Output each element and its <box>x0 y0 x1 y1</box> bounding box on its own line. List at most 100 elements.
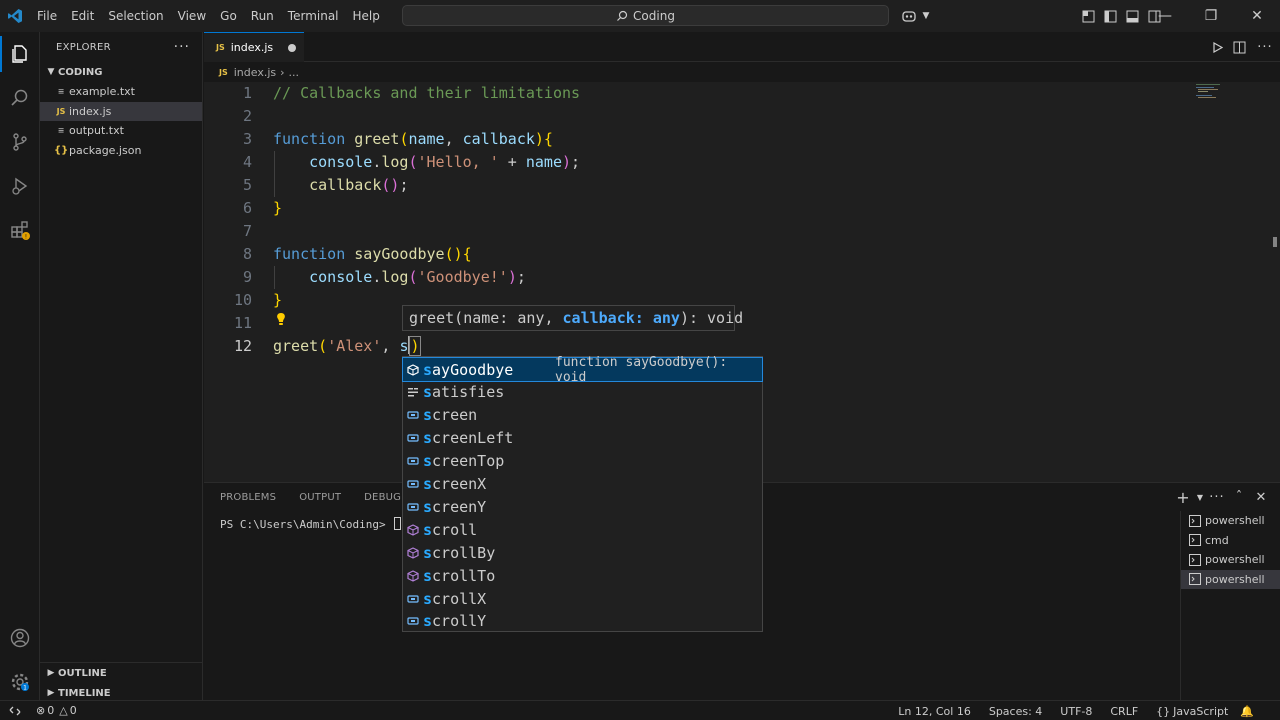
toggle-primary-sidebar-icon[interactable] <box>1099 0 1121 32</box>
terminal-item-powershell[interactable]: powershell <box>1181 550 1280 570</box>
line-ending[interactable]: CRLF <box>1104 705 1144 718</box>
more-actions-icon[interactable]: ··· <box>1206 481 1228 513</box>
editor-scrollbar[interactable] <box>1270 82 1280 482</box>
remote-indicator-icon[interactable] <box>0 701 30 720</box>
string-token: 'Goodbye!' <box>417 268 508 286</box>
file-example-txt[interactable]: ≡ example.txt <box>40 82 202 102</box>
indentation[interactable]: Spaces: 4 <box>983 705 1048 718</box>
suggestion-match: s <box>423 360 433 379</box>
suggestion-item[interactable]: screenTop <box>403 450 762 473</box>
terminal-prompt: PS C:\Users\Admin\Coding> <box>220 518 393 531</box>
notifications-bell-icon[interactable]: 🔔 <box>1234 705 1260 718</box>
file-package-json[interactable]: {} package.json <box>40 141 202 161</box>
suggestion-item[interactable]: satisfies <box>403 381 762 404</box>
command-center-label: Coding <box>633 8 675 23</box>
encoding[interactable]: UTF-8 <box>1054 705 1098 718</box>
suggestion-item[interactable]: screenX <box>403 473 762 496</box>
folder-label: CODING <box>58 66 103 78</box>
search-icon[interactable] <box>0 76 40 120</box>
more-actions-icon[interactable]: ··· <box>174 39 190 55</box>
suggestion-match: s <box>423 497 433 516</box>
breadcrumb-more[interactable]: ... <box>289 66 300 79</box>
tab-problems[interactable]: PROBLEMS <box>220 492 276 503</box>
close-icon[interactable]: ✕ <box>1234 0 1280 32</box>
editor-tab-bar: JS index.js ··· <box>204 32 1280 62</box>
minimize-icon[interactable]: — <box>1142 0 1188 32</box>
source-control-icon[interactable] <box>0 120 40 164</box>
terminal-icon <box>1189 534 1201 547</box>
suggestion-label: scrollTo <box>423 567 495 585</box>
accounts-icon[interactable] <box>0 616 40 660</box>
tab-index-js[interactable]: JS index.js <box>204 32 304 62</box>
split-editor-icon[interactable] <box>1228 31 1250 63</box>
line-number: 7 <box>242 222 252 240</box>
outline-section[interactable]: ▶ OUTLINE <box>40 663 203 683</box>
command-center-search[interactable]: Coding <box>402 5 889 26</box>
explorer-title: EXPLORER <box>56 41 111 53</box>
language-mode[interactable]: {} JavaScript <box>1150 705 1234 718</box>
toggle-panel-icon[interactable] <box>1121 0 1143 32</box>
extensions-icon[interactable]: ! <box>0 208 40 252</box>
unsaved-dot-icon[interactable] <box>288 44 296 52</box>
keyword-token: function <box>273 130 346 148</box>
code-line: 4 console.log('Hello, ' + name); <box>204 151 1204 174</box>
copilot-chevron-down-icon[interactable]: ▼ <box>920 0 932 32</box>
problems-status[interactable]: ⊗ 0 △ 0 <box>30 704 83 717</box>
scroll-thumb[interactable] <box>1273 237 1277 247</box>
suggestion-label: screenTop <box>423 452 504 470</box>
suggestion-item[interactable]: screenLeft <box>403 427 762 450</box>
js-file-icon: JS <box>216 43 225 52</box>
terminal-output[interactable]: PS C:\Users\Admin\Coding> <box>220 517 402 531</box>
menu-edit[interactable]: Edit <box>64 0 101 32</box>
suggestion-item[interactable]: scrollX <box>403 587 762 610</box>
explorer-header: EXPLORER ··· <box>40 32 202 62</box>
tab-output[interactable]: OUTPUT <box>299 492 341 503</box>
menu-view[interactable]: View <box>171 0 213 32</box>
cursor-position[interactable]: Ln 12, Col 16 <box>892 705 977 718</box>
explorer-icon[interactable] <box>0 32 40 76</box>
close-panel-icon[interactable]: ✕ <box>1250 481 1272 513</box>
suggestion-item[interactable]: screen <box>403 404 762 427</box>
variable-icon <box>403 455 423 467</box>
svg-text:!: ! <box>25 234 27 241</box>
file-output-txt[interactable]: ≡ output.txt <box>40 121 202 141</box>
suggestion-rest: crollTo <box>432 566 496 585</box>
terminal-item-powershell-active[interactable]: powershell <box>1181 569 1280 589</box>
code-line: 3 function greet(name, callback){ <box>204 128 1204 151</box>
copilot-icon[interactable] <box>898 0 920 32</box>
menu-file[interactable]: File <box>30 0 64 32</box>
suggestion-rest: creenTop <box>432 452 505 471</box>
terminal-item-powershell[interactable]: powershell <box>1181 511 1280 531</box>
new-terminal-plus-icon[interactable]: + <box>1172 481 1194 513</box>
file-index-js[interactable]: JS index.js <box>40 101 202 121</box>
settings-gear-icon[interactable]: 1 <box>0 660 40 704</box>
suggestion-item[interactable]: scrollBy <box>403 541 762 564</box>
suggestion-item[interactable]: scroll <box>403 518 762 541</box>
terminal-dropdown-chevron-icon[interactable]: ▼ <box>1194 481 1206 513</box>
suggestion-item[interactable]: scrollTo <box>403 564 762 587</box>
menu-help[interactable]: Help <box>346 0 387 32</box>
suggestion-item[interactable]: screenY <box>403 495 762 518</box>
customize-layout-icon[interactable] <box>1077 0 1099 32</box>
maximize-panel-chevron-up-icon[interactable]: ˆ <box>1228 481 1250 513</box>
hint-function-name: greet <box>409 309 455 327</box>
folder-coding[interactable]: ▼ CODING <box>40 62 202 82</box>
line-number: 9 <box>242 268 252 286</box>
minimap[interactable] <box>1194 82 1274 102</box>
code-line: 7 <box>204 220 1204 243</box>
run-file-icon[interactable] <box>1206 31 1228 63</box>
run-debug-icon[interactable] <box>0 164 40 208</box>
menu-go[interactable]: Go <box>213 0 244 32</box>
terminal-item-cmd[interactable]: cmd <box>1181 531 1280 551</box>
restore-icon[interactable]: ❐ <box>1188 0 1234 32</box>
suggestion-item[interactable]: scrollY <box>403 610 762 633</box>
menu-run[interactable]: Run <box>244 0 281 32</box>
menu-terminal[interactable]: Terminal <box>281 0 346 32</box>
breadcrumb-file[interactable]: index.js <box>234 66 276 79</box>
terminal-list: powershell cmd powershell powershell <box>1180 511 1280 701</box>
lightbulb-icon[interactable] <box>275 312 287 329</box>
object-token: console <box>309 153 373 171</box>
suggestion-item[interactable]: sayGoodbye function sayGoodbye(): void <box>402 355 763 385</box>
more-actions-icon[interactable]: ··· <box>1250 31 1280 63</box>
menu-selection[interactable]: Selection <box>101 0 170 32</box>
